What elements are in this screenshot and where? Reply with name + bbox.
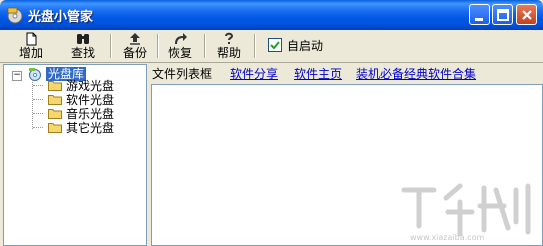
window-title: 光盘小管家 <box>28 10 94 25</box>
toolbar-separator <box>110 34 112 58</box>
minimize-icon <box>475 18 483 21</box>
title-bar[interactable]: 光盘小管家 <box>0 0 543 30</box>
app-window: 光盘小管家 增加 查找 备份 恢复 帮助 自启动 − 光盘库 游戏光盘 软件光盘… <box>0 0 543 246</box>
tree-connector <box>32 79 33 129</box>
find-label: 查找 <box>70 46 95 60</box>
restore-button[interactable]: 恢复 <box>163 31 197 61</box>
maximize-button[interactable] <box>492 4 513 25</box>
checkmark-icon <box>270 41 280 50</box>
link-bar: 文件列表框 软件分享 软件主页 装机必备经典软件合集 <box>150 64 540 82</box>
toolbar-separator <box>157 34 159 58</box>
watermark-url: www.xiazaiba.com <box>410 233 485 242</box>
backup-icon <box>130 33 140 45</box>
autostart-label: 自启动 <box>287 39 324 53</box>
help-button[interactable]: 帮助 <box>212 31 246 61</box>
collapse-toggle[interactable]: − <box>12 71 22 81</box>
checkbox-box[interactable] <box>268 38 282 52</box>
minimize-button[interactable] <box>469 4 490 25</box>
folder-icon <box>48 95 62 105</box>
add-button[interactable]: 增加 <box>14 31 48 61</box>
folder-icon <box>48 81 62 91</box>
close-icon <box>522 10 532 20</box>
backup-label: 备份 <box>122 46 147 60</box>
tree-connector <box>33 113 43 114</box>
software-home-link[interactable]: 软件主页 <box>294 65 342 82</box>
disc-app-icon <box>7 7 23 24</box>
toolbar-separator <box>204 34 206 58</box>
tree-item-label: 音乐光盘 <box>66 107 115 121</box>
toolbar: 增加 查找 备份 恢复 帮助 自启动 <box>0 30 543 63</box>
tree-connector <box>33 85 43 86</box>
new-document-icon <box>26 32 37 46</box>
software-share-link[interactable]: 软件分享 <box>230 65 278 82</box>
tree-item-label: 软件光盘 <box>66 93 115 107</box>
disc-tree[interactable]: − 光盘库 游戏光盘 软件光盘 音乐光盘 其它光盘 <box>3 64 147 246</box>
binoculars-icon <box>77 34 89 44</box>
file-list-label: 文件列表框 <box>152 67 213 81</box>
tree-connector <box>33 99 43 100</box>
help-label: 帮助 <box>216 46 241 60</box>
close-button[interactable] <box>516 4 537 25</box>
restore-arrow-icon <box>175 33 187 44</box>
disc-library-icon <box>29 68 41 81</box>
maximize-icon <box>497 9 509 21</box>
add-label: 增加 <box>18 46 43 60</box>
essential-software-link[interactable]: 装机必备经典软件合集 <box>356 65 476 82</box>
tree-connector <box>33 127 43 128</box>
toolbar-separator <box>254 34 256 58</box>
help-icon <box>225 32 234 44</box>
restore-label: 恢复 <box>167 46 192 60</box>
find-button[interactable]: 查找 <box>66 31 100 61</box>
tree-item-label: 其它光盘 <box>66 121 115 135</box>
folder-icon <box>48 123 62 133</box>
tree-item-label: 游戏光盘 <box>66 79 115 93</box>
folder-icon <box>48 109 62 119</box>
backup-button[interactable]: 备份 <box>118 31 152 61</box>
